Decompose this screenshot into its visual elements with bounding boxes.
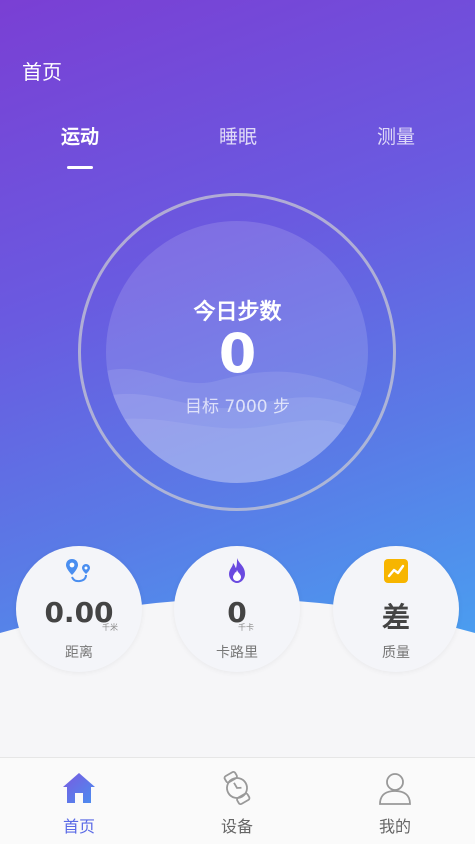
stat-calories[interactable]: 0 千卡 卡路里 xyxy=(174,546,300,672)
distance-value: 0.00 xyxy=(44,596,114,629)
tab-indicator xyxy=(67,166,93,169)
distance-unit: 千米 xyxy=(102,623,118,632)
quality-value: 差 xyxy=(381,601,410,634)
calories-label: 卡路里 xyxy=(216,645,258,661)
nav-home[interactable]: 首页 xyxy=(0,758,158,844)
nav-profile-label: 我的 xyxy=(378,817,411,836)
distance-label: 距离 xyxy=(65,645,93,661)
home-icon xyxy=(63,773,95,803)
page-title: 首页 xyxy=(22,60,62,84)
bottom-navigation: 首页 设备 我的 xyxy=(0,757,475,844)
tab-sleep[interactable]: 睡眠 xyxy=(178,122,298,149)
user-icon xyxy=(379,773,411,805)
flame-icon xyxy=(229,558,245,583)
trend-chart-icon xyxy=(384,559,408,583)
stat-distance[interactable]: 0.00 千米 距离 xyxy=(16,546,142,672)
steps-goal: 目标 7000 步 xyxy=(184,397,291,417)
nav-home-label: 首页 xyxy=(62,817,95,836)
tab-measure[interactable]: 测量 xyxy=(336,122,456,149)
location-route-icon xyxy=(66,559,90,583)
calories-unit: 千卡 xyxy=(238,623,254,632)
nav-device[interactable]: 设备 xyxy=(158,758,316,844)
tab-bar: 运动 睡眠 测量 xyxy=(0,122,475,172)
nav-profile[interactable]: 我的 xyxy=(316,758,474,844)
calories-value: 0 xyxy=(227,596,247,629)
nav-device-label: 设备 xyxy=(220,817,253,836)
stat-quality[interactable]: 差 质量 xyxy=(333,546,459,672)
watch-icon xyxy=(223,770,251,806)
steps-count: 0 xyxy=(218,322,257,385)
screen: 首页 运动 睡眠 测量 今日步数 0 目标 7000 步 0.00 千米 距离 xyxy=(0,0,475,844)
quality-label: 质量 xyxy=(382,645,410,661)
tab-exercise[interactable]: 运动 xyxy=(20,122,140,149)
